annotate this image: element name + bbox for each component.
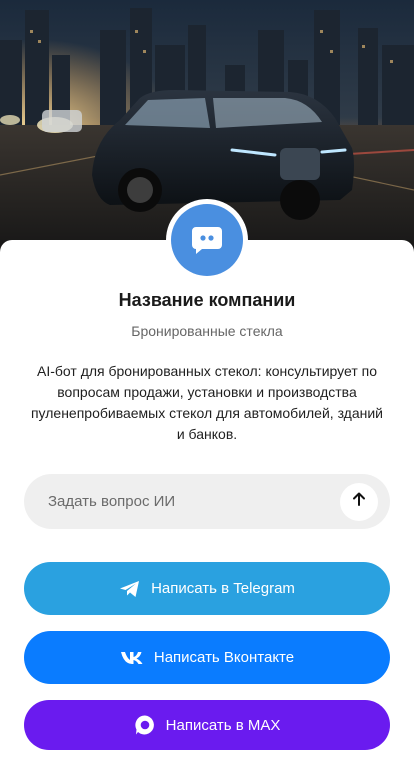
telegram-icon [119,580,141,598]
max-button-label: Написать в MAX [165,716,281,734]
ask-ai-input[interactable]: Задать вопрос ИИ [24,474,390,529]
vk-icon [120,651,144,665]
telegram-button[interactable]: Написать в Telegram [24,562,390,615]
max-button[interactable]: Написать в MAX [24,700,390,750]
telegram-button-label: Написать в Telegram [151,580,295,597]
vk-button[interactable]: Написать Вконтакте [24,631,390,684]
vk-button-label: Написать Вконтакте [153,649,295,666]
send-button[interactable] [340,482,378,521]
ask-ai-placeholder: Задать вопрос ИИ [48,493,176,510]
company-name: Название компании [118,290,296,310]
arrow-up-icon [351,491,367,512]
company-category: Бронированные стекла [131,323,283,339]
max-icon [134,714,156,736]
company-description: AI-бот для бронированных стекол: консуль… [30,363,384,442]
chat-bubble-icon [171,204,243,276]
avatar [166,199,248,281]
